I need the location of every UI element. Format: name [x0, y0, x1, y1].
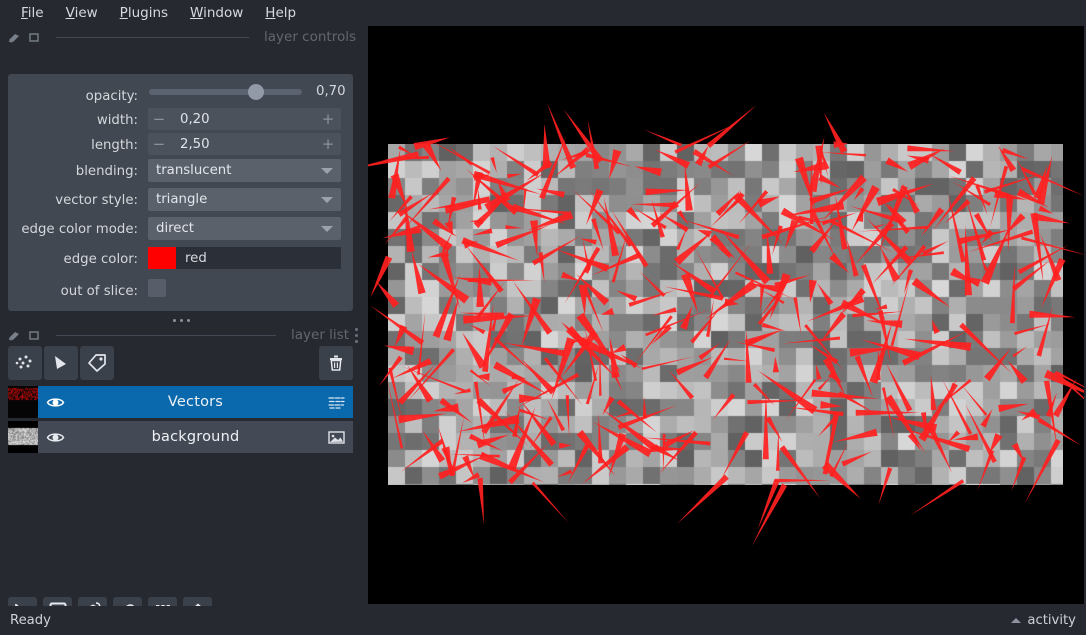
length-value: 2,50 [180, 136, 210, 152]
activity-button[interactable]: activity [1011, 613, 1076, 628]
vectors-layer-icon [319, 393, 353, 412]
vector-style-dropdown[interactable]: triangle [148, 188, 341, 211]
length-label: length: [91, 137, 138, 153]
menu-window[interactable]: Window [179, 3, 254, 23]
blending-value: translucent [156, 163, 232, 178]
blending-row: blending: translucent [8, 159, 353, 183]
menu-help[interactable]: Help [254, 3, 307, 23]
close-dock-icon[interactable] [28, 31, 41, 44]
close-dock-icon[interactable] [28, 329, 41, 342]
vector-style-value: triangle [156, 192, 208, 207]
layer-controls-title: layer controls [264, 29, 356, 45]
delete-layer-button[interactable] [319, 346, 353, 380]
chevron-down-icon [321, 168, 333, 174]
width-increment-button[interactable]: + [317, 108, 339, 130]
edge-color-row: edge color: red [8, 247, 353, 271]
chevron-down-icon [321, 197, 333, 203]
layer-name: background [151, 429, 240, 445]
opacity-slider-fill [149, 88, 257, 95]
menu-plugins[interactable]: Plugins [109, 3, 179, 23]
blending-label: blending: [75, 163, 138, 179]
blending-dropdown[interactable]: translucent [148, 159, 341, 182]
layer-name: Vectors [167, 394, 224, 410]
length-row: length: − 2,50 + [8, 133, 353, 157]
header-divider [56, 36, 249, 38]
layer-row[interactable]: background [8, 421, 353, 453]
float-icon[interactable] [8, 329, 21, 342]
menu-bar: File View Plugins Window Help [0, 0, 1086, 26]
width-row: width: − 0,20 + [8, 108, 353, 132]
edge-color-mode-value: direct [156, 221, 195, 236]
layer-controls-panel: opacity: 0,70 width: − 0,20 + length: − … [8, 74, 353, 311]
layer-visibility-toggle[interactable] [38, 428, 72, 447]
opacity-label: opacity: [85, 88, 138, 104]
out-of-slice-row: out of slice: [8, 279, 353, 303]
menu-view[interactable]: View [55, 3, 109, 23]
opacity-value: 0,70 [316, 84, 346, 99]
width-value: 0,20 [180, 111, 210, 127]
left-dock: layer controls opacity: 0,70 width: − 0,… [0, 26, 362, 626]
activity-label: activity [1027, 613, 1076, 628]
vector-style-label: vector style: [55, 192, 138, 208]
opacity-slider[interactable] [149, 83, 302, 100]
width-decrement-button[interactable]: − [148, 108, 170, 130]
layer-list-dock-header: layer list [0, 324, 362, 346]
layer-visibility-toggle[interactable] [38, 393, 72, 412]
length-increment-button[interactable]: + [317, 133, 339, 155]
float-icon[interactable] [8, 31, 21, 44]
opacity-slider-handle[interactable] [248, 83, 265, 100]
length-decrement-button[interactable]: − [148, 133, 170, 155]
new-points-layer-button[interactable] [8, 346, 42, 380]
layer-list-title: layer list [291, 327, 349, 343]
edge-color-mode-row: edge color mode: direct [8, 217, 353, 241]
edge-color-value[interactable]: red [176, 247, 341, 269]
viewer-canvas[interactable] [368, 26, 1084, 604]
out-of-slice-checkbox[interactable] [148, 279, 166, 297]
dock-menu-icon[interactable] [355, 328, 358, 343]
new-shapes-layer-button[interactable] [44, 346, 78, 380]
vectors-layer [368, 102, 1084, 546]
width-spinbox[interactable]: − 0,20 + [148, 108, 341, 130]
out-of-slice-label: out of slice: [60, 283, 138, 299]
chevron-down-icon [321, 226, 333, 232]
layer-list: Vectors background [8, 386, 353, 456]
edge-color-label: edge color: [63, 251, 138, 267]
vector-style-row: vector style: triangle [8, 188, 353, 212]
image-layer-icon [319, 428, 353, 447]
length-spinbox[interactable]: − 2,50 + [148, 133, 341, 155]
header-divider [56, 334, 276, 336]
width-label: width: [96, 112, 138, 128]
layer-toolbar [8, 346, 353, 380]
layer-controls-dock-header: layer controls [0, 26, 362, 48]
edge-color-mode-label: edge color mode: [21, 221, 138, 237]
opacity-row: opacity: 0,70 [8, 83, 353, 108]
layer-row[interactable]: Vectors [8, 386, 353, 418]
edge-color-swatch[interactable] [148, 247, 176, 269]
status-bar: Ready activity [0, 606, 1086, 635]
layer-thumbnail [8, 386, 38, 418]
menu-file[interactable]: File [10, 3, 55, 23]
status-message: Ready [10, 613, 51, 628]
new-labels-layer-button[interactable] [80, 346, 114, 380]
edge-color-mode-dropdown[interactable]: direct [148, 217, 341, 240]
caret-up-icon [1011, 618, 1022, 623]
layer-thumbnail [8, 421, 38, 453]
